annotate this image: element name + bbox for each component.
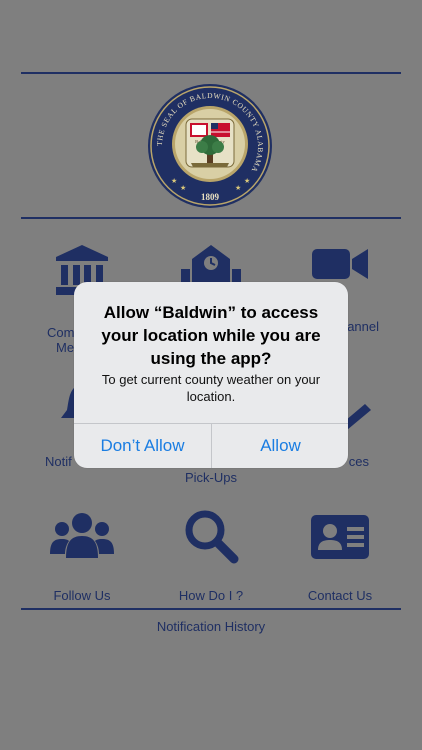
follow-us-label: Follow Us <box>53 588 111 603</box>
location-permission-dialog: Allow “Baldwin” to access your location … <box>74 282 348 468</box>
seal-divider <box>21 217 401 219</box>
svg-text:★: ★ <box>171 177 177 185</box>
dialog-message: To get current county weather on your lo… <box>101 372 321 404</box>
follow-us-tile[interactable]: Follow Us <box>17 512 147 603</box>
svg-text:★: ★ <box>180 184 186 192</box>
how-do-i-tile[interactable]: How Do I ? <box>146 508 276 603</box>
pickups-label: Pick-Ups <box>184 470 237 485</box>
search-icon <box>185 510 239 564</box>
county-seal-logo: THE SEAL OF BALDWIN COUNTY ALABAMA Baldw… <box>148 84 272 208</box>
allow-button[interactable]: Allow <box>212 424 348 468</box>
contact-us-label: Contact Us <box>307 588 373 603</box>
group-icon <box>50 513 114 558</box>
contact-us-tile[interactable]: Contact Us <box>275 514 405 603</box>
top-divider <box>21 72 401 74</box>
svg-text:★: ★ <box>235 184 241 192</box>
school-icon <box>181 245 241 283</box>
dont-allow-button[interactable]: Don’t Allow <box>74 424 211 468</box>
notification-history-link[interactable]: Notification History <box>0 619 422 634</box>
schools-tile[interactable] <box>146 243 276 283</box>
pickups-tile[interactable]: Pick-Ups <box>146 470 276 485</box>
video-camera-icon <box>312 249 368 279</box>
contact-card-icon <box>311 515 369 559</box>
bottom-divider <box>21 608 401 610</box>
dialog-title: Allow “Baldwin” to access your location … <box>101 303 321 368</box>
how-do-i-label: How Do I ? <box>178 588 244 603</box>
svg-text:★: ★ <box>244 177 250 185</box>
seal-year: 1809 <box>201 192 220 202</box>
